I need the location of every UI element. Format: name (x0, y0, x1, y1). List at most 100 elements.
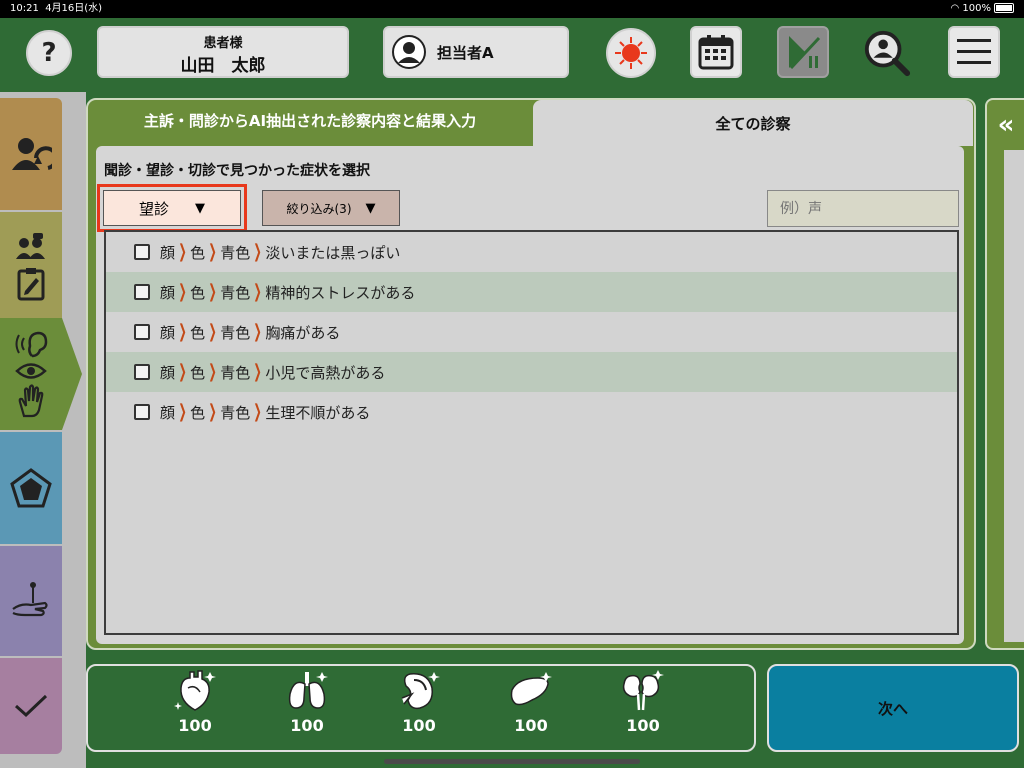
path-part: 青色 (220, 243, 251, 262)
category-dropdown-value: 望診 (138, 199, 169, 218)
staff-name: 担当者A (437, 43, 494, 62)
chevron-right-icon: ❯ (178, 401, 187, 422)
symptom-row[interactable]: 顔 ❯ 色 ❯ 青色 ❯ 淡いまたは黒っぽい (106, 232, 957, 272)
status-bar: 10:21 4月16日(水) ◠ 100% (0, 0, 1024, 18)
tab-ai-extracted-label: 主訴・問診からAI抽出された診察内容と結果入力 (143, 111, 477, 130)
chevron-right-icon: ❯ (253, 321, 262, 342)
chevron-right-icon: ❯ (208, 281, 217, 302)
nav-item-analysis[interactable] (0, 432, 62, 544)
path-part: 青色 (220, 323, 251, 342)
battery-icon (994, 3, 1014, 13)
battery-level: 100% (962, 3, 991, 14)
symptom-text: 胸痛がある (265, 323, 341, 342)
chevron-right-icon: ❯ (253, 361, 262, 382)
calendar-button[interactable] (690, 26, 742, 78)
liver-icon (510, 672, 552, 706)
tab-ai-extracted[interactable]: 主訴・問診からAI抽出された診察内容と結果入力 (90, 100, 530, 140)
calendar-icon (698, 35, 734, 70)
path-part: 青色 (220, 283, 251, 302)
symptom-checkbox[interactable] (134, 404, 150, 420)
kidneys-icon (622, 670, 664, 711)
tab-all-exams[interactable]: 全ての診察 (533, 100, 973, 146)
narrow-dropdown-label: 絞り込み(3) (286, 201, 352, 216)
path-part: 色 (190, 403, 206, 422)
symptom-row[interactable]: 顔 ❯ 色 ❯ 青色 ❯ 精神的ストレスがある (106, 272, 957, 312)
hamburger-icon (957, 39, 991, 64)
next-button[interactable]: 次へ (767, 664, 1019, 752)
path-part: 顔 (160, 283, 176, 302)
chevron-right-icon: ❯ (178, 241, 187, 262)
collapse-button[interactable]: « (988, 102, 1024, 148)
symptom-list: 顔 ❯ 色 ❯ 青色 ❯ 淡いまたは黒っぽい 顔 ❯ 色 ❯ 青色 ❯ 精神的ストレスがある… (104, 230, 959, 635)
patient-card[interactable]: 患者様 山田 太郎 (97, 26, 349, 78)
patient-label: 患者様 (203, 36, 243, 51)
symptom-row[interactable]: 顔 ❯ 色 ❯ 青色 ❯ 小児で高熱がある (106, 352, 957, 392)
symptom-checkbox[interactable] (134, 244, 150, 260)
organ-liver[interactable]: 100 (496, 668, 566, 748)
alert-button[interactable] (606, 28, 656, 78)
organ-lungs[interactable]: 100 (272, 668, 342, 748)
organ-score-row: 100 100 100 100 100 (100, 668, 740, 750)
path-part: 顔 (160, 243, 176, 262)
chevron-right-icon: ❯ (178, 361, 187, 382)
organ-score: 100 (626, 716, 660, 735)
lungs-icon (288, 672, 328, 709)
chevron-right-icon: ❯ (178, 321, 187, 342)
path-part: 顔 (160, 403, 176, 422)
status-time: 10:21 (10, 3, 39, 14)
user-avatar-icon (392, 35, 426, 69)
search-patient-button[interactable] (862, 28, 912, 78)
play-pause-button[interactable] (777, 26, 829, 78)
path-part: 色 (190, 363, 206, 382)
symptom-checkbox[interactable] (134, 324, 150, 340)
menu-button[interactable] (948, 26, 1000, 78)
users-refresh-icon (12, 138, 52, 170)
path-part: 顔 (160, 323, 176, 342)
double-chevron-left-icon: « (997, 110, 1015, 140)
dropdown-arrow-icon: ▼ (195, 200, 205, 216)
nav-item-consultation[interactable] (0, 98, 62, 210)
chevron-right-icon: ❯ (208, 361, 217, 382)
symptom-text: 生理不順がある (265, 403, 371, 422)
symptom-search-input[interactable] (767, 190, 959, 227)
symptom-text: 精神的ストレスがある (265, 283, 416, 302)
symptom-checkbox[interactable] (134, 364, 150, 380)
symptom-text: 小児で高熱がある (265, 363, 386, 382)
tab-all-exams-label: 全ての診察 (715, 114, 791, 133)
symptom-checkbox[interactable] (134, 284, 150, 300)
check-icon (14, 694, 48, 718)
next-button-label: 次へ (877, 699, 908, 718)
nav-item-complete[interactable] (0, 658, 62, 754)
app-header: ? 患者様 山田 太郎 担当者A (0, 18, 1024, 92)
organ-score: 100 (514, 716, 548, 735)
eye-icon (15, 363, 47, 379)
heart-icon (174, 670, 216, 711)
category-dropdown[interactable]: 望診 ▼ (103, 190, 241, 226)
chevron-right-icon: ❯ (253, 401, 262, 422)
patient-name: 山田 太郎 (180, 56, 266, 76)
organ-heart[interactable]: 100 (160, 668, 230, 748)
organ-kidneys[interactable]: 100 (608, 668, 678, 748)
organ-kidney-section[interactable]: 100 (384, 668, 454, 748)
path-part: 色 (190, 243, 206, 262)
chevron-right-icon: ❯ (178, 281, 187, 302)
chevron-right-icon: ❯ (208, 401, 217, 422)
play-pause-icon (789, 36, 821, 70)
home-indicator[interactable] (384, 759, 640, 764)
nav-item-interview[interactable] (0, 212, 62, 322)
acupuncture-hand-icon (12, 582, 48, 617)
narrow-dropdown[interactable]: 絞り込み(3) ▼ (262, 190, 400, 226)
help-icon: ? (41, 38, 57, 68)
staff-card[interactable]: 担当者A (383, 26, 569, 78)
dropdown-arrow-icon: ▼ (365, 200, 376, 216)
symptom-text: 淡いまたは黒っぽい (265, 243, 401, 262)
clipboard-icon (17, 268, 45, 301)
hand-icon (18, 384, 44, 418)
help-button[interactable]: ? (26, 30, 72, 76)
nav-item-observation[interactable] (0, 318, 62, 430)
symptom-row[interactable]: 顔 ❯ 色 ❯ 青色 ❯ 生理不順がある (106, 392, 957, 432)
symptom-row[interactable]: 顔 ❯ 色 ❯ 青色 ❯ 胸痛がある (106, 312, 957, 352)
section-title: 聞診・望診・切診で見つかった症状を選択 (104, 163, 370, 179)
nav-item-acupuncture[interactable] (0, 546, 62, 656)
chevron-right-icon: ❯ (208, 241, 217, 262)
